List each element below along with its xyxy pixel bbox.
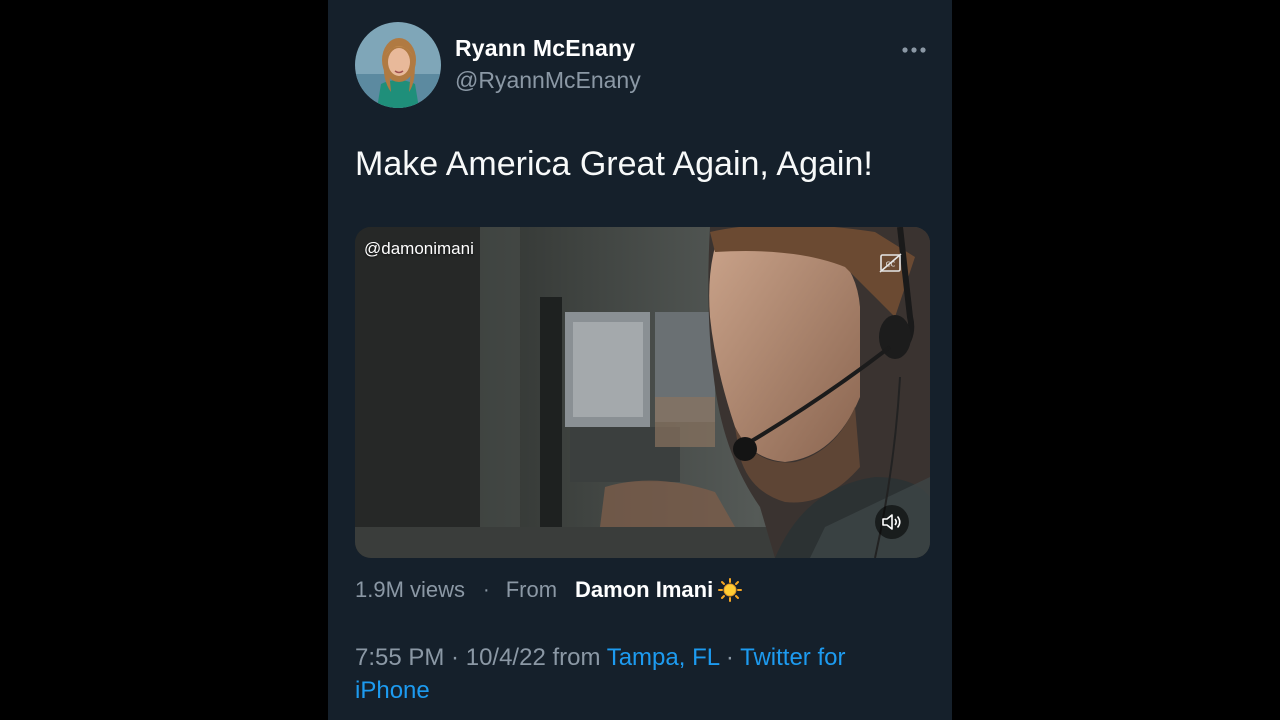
tweet-date[interactable]: 10/4/22 (466, 644, 546, 671)
video-frame (355, 227, 930, 558)
location-link[interactable]: Tampa, FL (607, 644, 720, 671)
tweet-text: Make America Great Again, Again! (355, 145, 873, 183)
tweet-card: Ryann McEnany @RyannMcEnany Make America… (328, 0, 952, 720)
video-stats-row: 1.9M views · From Damon Imani (355, 575, 743, 605)
video-player[interactable]: @damonimani CC (355, 227, 930, 558)
stats-separator: · (483, 578, 490, 601)
video-source-name[interactable]: Damon Imani (575, 577, 713, 603)
author-handle[interactable]: @RyannMcEnany (455, 67, 641, 94)
more-horizontal-icon (902, 47, 926, 53)
from-label: From (505, 577, 558, 602)
sun-icon (717, 577, 743, 603)
author-display-name[interactable]: Ryann McEnany (455, 35, 635, 62)
more-options-button[interactable] (899, 36, 929, 64)
author-avatar[interactable] (355, 22, 441, 108)
video-watermark: @damonimani (364, 239, 474, 258)
client-separator: · (719, 644, 741, 671)
closed-captions-button[interactable]: CC (879, 252, 903, 274)
tweet-time[interactable]: 7:55 PM (355, 644, 444, 671)
from-word: from (545, 644, 607, 671)
timestamp-separator: · (444, 644, 466, 671)
closed-captions-off-icon: CC (879, 253, 902, 273)
volume-muted-icon (882, 514, 901, 530)
volume-button[interactable] (875, 505, 909, 539)
view-count: 1.9M views (355, 577, 466, 602)
svg-text:CC: CC (886, 261, 896, 269)
tweet-timestamp: 7:55 PM · 10/4/22 from Tampa, FL · Twitt… (355, 641, 915, 707)
